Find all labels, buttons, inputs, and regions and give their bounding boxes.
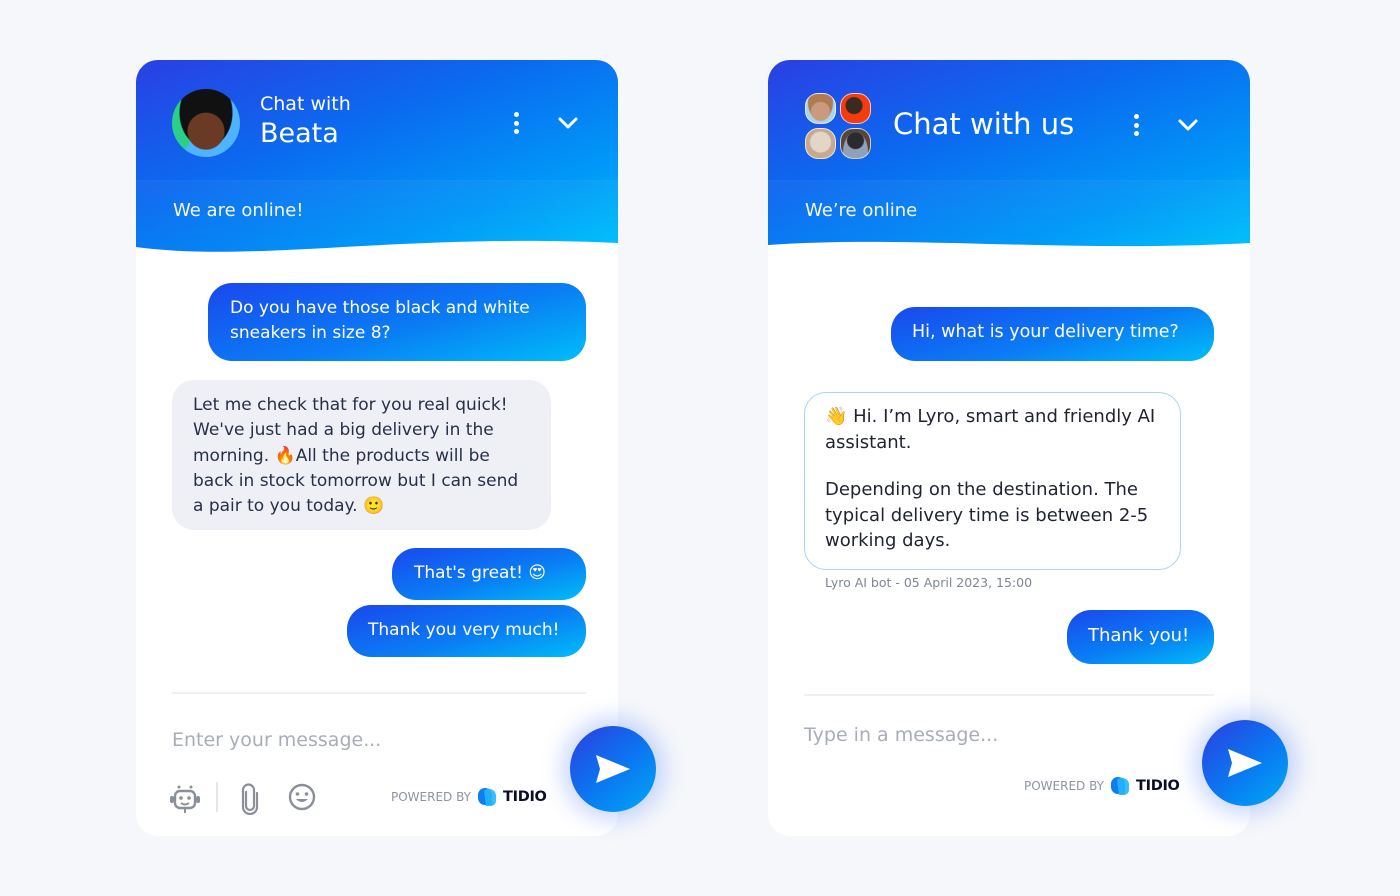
team-avatar: [840, 93, 871, 124]
tidio-brand: TIDIO: [503, 789, 547, 805]
send-button[interactable]: [1202, 720, 1288, 806]
online-status: We’re online: [805, 200, 918, 221]
kebab-menu-icon[interactable]: [506, 110, 526, 136]
bot-message-answer: Depending on the destination. The typica…: [825, 479, 1149, 551]
online-status: We are online!: [173, 200, 304, 221]
agent-message: Let me check that for you real quick! We…: [172, 380, 551, 530]
send-button[interactable]: [570, 726, 656, 812]
toolbar-separator: [216, 782, 218, 812]
header-wave: [136, 240, 618, 265]
header-title-prefix: Chat with: [260, 93, 351, 115]
kebab-menu-icon[interactable]: [1126, 112, 1146, 138]
message-input[interactable]: [172, 725, 532, 755]
visitor-message: Thank you very much!: [347, 605, 586, 657]
powered-by-tidio[interactable]: POWERED BY TIDIO: [391, 787, 547, 807]
tidio-brand: TIDIO: [1136, 778, 1180, 794]
bot-icon[interactable]: [168, 782, 202, 816]
attachment-icon[interactable]: [239, 783, 261, 815]
team-avatar: [805, 93, 836, 124]
team-avatars: [805, 93, 871, 159]
message-input[interactable]: [804, 720, 1164, 750]
tidio-logo-icon: [1111, 777, 1130, 795]
visitor-message: Do you have those black and white sneake…: [208, 283, 586, 361]
powered-by-tidio[interactable]: POWERED BY TIDIO: [1024, 776, 1180, 796]
visitor-message: That's great! 😍: [392, 548, 586, 600]
chat-widget-beata: Chat with Beata We are online! Do you ha…: [136, 60, 618, 836]
powered-by-label: POWERED BY: [1024, 779, 1105, 793]
header-agent-name: Beata: [260, 118, 339, 149]
send-icon: [596, 755, 630, 783]
header-wave: [768, 241, 1250, 265]
tidio-logo-icon: [478, 788, 497, 806]
chat-widget-lyro: Chat with us We’re online Hi, what is yo…: [768, 60, 1250, 836]
bot-message: 👋 Hi. I’m Lyro, smart and friendly AI as…: [804, 392, 1181, 570]
composer-divider: [804, 694, 1214, 696]
visitor-message: Hi, what is your delivery time?: [891, 307, 1214, 361]
chevron-down-icon[interactable]: [1176, 113, 1200, 137]
bot-message-greeting: 👋 Hi. I’m Lyro, smart and friendly AI as…: [825, 406, 1156, 453]
powered-by-label: POWERED BY: [391, 790, 472, 804]
team-avatar: [840, 128, 871, 159]
emoji-icon[interactable]: [287, 782, 317, 812]
chevron-down-icon[interactable]: [556, 111, 580, 135]
composer-divider: [172, 692, 586, 694]
send-icon: [1228, 749, 1262, 777]
bot-message-meta: Lyro AI bot - 05 April 2023, 15:00: [825, 575, 1033, 590]
team-avatar: [805, 128, 836, 159]
visitor-message: Thank you!: [1067, 610, 1214, 664]
header-title: Chat with us: [893, 107, 1075, 141]
agent-avatar: [172, 89, 240, 157]
